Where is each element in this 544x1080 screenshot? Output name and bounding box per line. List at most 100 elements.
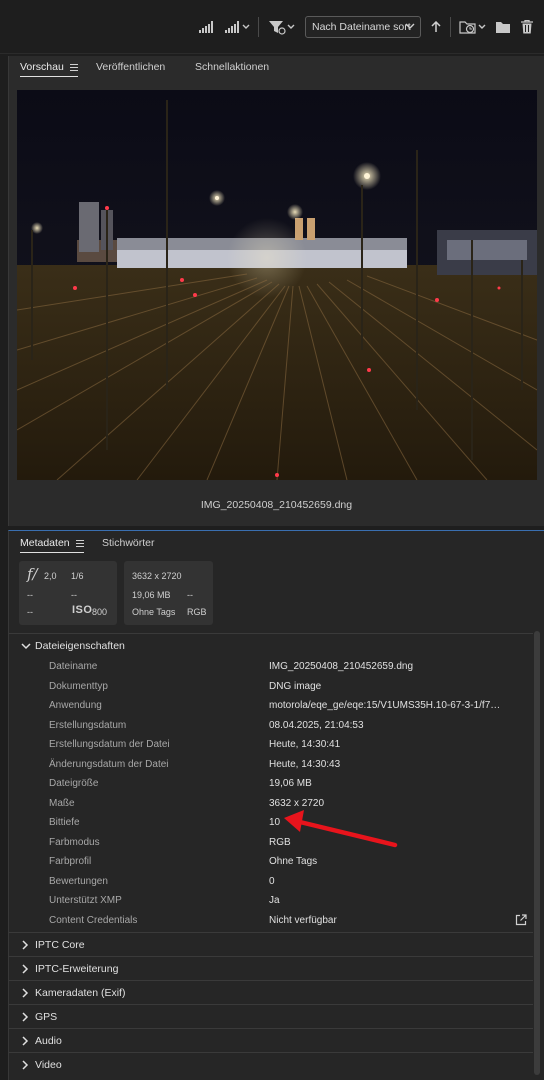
- property-row: Dateigröße 19,06 MB: [9, 774, 533, 794]
- toolbar-divider: [258, 17, 259, 37]
- file-summary: 3632 x 2720 19,06 MB -- Ohne Tags RGB: [124, 561, 213, 625]
- property-row: Bewertungen 0: [9, 872, 533, 892]
- iso-label: ISO: [72, 604, 93, 616]
- section-title: Audio: [35, 1034, 62, 1047]
- property-key: Farbprofil: [49, 856, 92, 868]
- property-row: Dokumenttyp DNG image: [9, 677, 533, 697]
- resolution-value: --: [187, 590, 193, 600]
- colormode-value: RGB: [187, 607, 207, 617]
- exposure-comp-value: --: [71, 590, 77, 600]
- filesize-value: 19,06 MB: [132, 590, 171, 600]
- section-iptc-erweiterung[interactable]: IPTC-Erweiterung: [9, 956, 533, 980]
- property-key: Content Credentials: [49, 914, 138, 926]
- sort-quality-dropdown-icon[interactable]: [225, 17, 251, 37]
- property-value: IMG_20250408_210452659.dng: [269, 661, 414, 673]
- property-key: Dateiname: [49, 661, 98, 673]
- tab-schnellaktionen[interactable]: Schnellaktionen: [195, 61, 269, 76]
- chevron-right-icon: [21, 1059, 35, 1070]
- section-audio[interactable]: Audio: [9, 1028, 533, 1052]
- property-row: Content Credentials Nicht verfügbar: [9, 911, 533, 931]
- property-row: Erstellungsdatum der Datei Heute, 14:30:4…: [9, 735, 533, 755]
- property-row: Farbprofil Ohne Tags: [9, 852, 533, 872]
- tab-stichwoerter[interactable]: Stichwörter: [102, 537, 155, 552]
- panel-menu-icon[interactable]: [75, 539, 84, 547]
- tab-label: Stichwörter: [102, 537, 155, 549]
- flash-value: --: [27, 607, 33, 617]
- property-row: Farbmodus RGB: [9, 833, 533, 853]
- property-key: Anwendung: [49, 700, 102, 712]
- sort-direction-icon[interactable]: [430, 17, 442, 37]
- property-key: Änderungsdatum der Datei: [49, 758, 169, 770]
- tab-label: Veröffentlichen: [96, 61, 166, 73]
- section-gps[interactable]: GPS: [9, 1004, 533, 1028]
- chevron-down-icon: [21, 642, 35, 650]
- new-folder-icon[interactable]: [459, 17, 487, 37]
- section-title: Kameradaten (Exif): [35, 986, 126, 999]
- top-toolbar: Nach Dateiname sort: [0, 0, 544, 54]
- delete-icon[interactable]: [520, 17, 534, 37]
- property-key: Erstellungsdatum der Datei: [49, 739, 170, 751]
- preview-panel: Vorschau Veröffentlichen Schnellaktionen: [8, 56, 544, 526]
- property-key: Erstellungsdatum: [49, 719, 127, 731]
- property-row: Bittiefe 10: [9, 813, 533, 833]
- section-title: IPTC-Erweiterung: [35, 962, 119, 975]
- sort-dropdown[interactable]: Nach Dateiname sort: [305, 16, 421, 38]
- metadata-scrollbar[interactable]: [534, 631, 540, 1075]
- shutter-value: 1/6: [71, 571, 84, 581]
- tab-label: Schnellaktionen: [195, 61, 270, 73]
- property-key: Dokumenttyp: [49, 680, 108, 692]
- tab-veroeffentlichen[interactable]: Veröffentlichen: [96, 61, 165, 76]
- tab-metadaten[interactable]: Metadaten: [20, 537, 84, 553]
- folder-icon[interactable]: [495, 17, 511, 37]
- sort-quality-icon[interactable]: [198, 17, 214, 37]
- preview-image[interactable]: [17, 90, 537, 480]
- section-title: Dateieigenschaften: [35, 639, 125, 652]
- property-value: Heute, 14:30:41: [269, 739, 341, 751]
- property-key: Unterstützt XMP: [49, 895, 122, 907]
- tab-vorschau[interactable]: Vorschau: [20, 61, 78, 77]
- dimensions-value: 3632 x 2720: [132, 571, 182, 581]
- aperture-icon: f/: [27, 565, 38, 583]
- property-key: Bittiefe: [49, 817, 80, 829]
- property-row: Änderungsdatum der Datei Heute, 14:30:43: [9, 755, 533, 775]
- exposure-summary: f/ 2,0 1/6 -- -- -- ISO 800: [19, 561, 117, 625]
- preview-filename: IMG_20250408_210452659.dng: [200, 499, 353, 511]
- property-row: Maße 3632 x 2720: [9, 794, 533, 814]
- property-value: Ohne Tags: [269, 856, 318, 868]
- chevron-right-icon: [21, 1035, 35, 1046]
- panel-menu-icon[interactable]: [69, 63, 78, 71]
- property-value: DNG image: [269, 680, 322, 692]
- property-value: 0: [269, 875, 275, 887]
- property-row: Anwendung motorola/eqe_ge/eqe:15/V1UMS35H…: [9, 696, 533, 716]
- section-dateieigenschaften[interactable]: Dateieigenschaften: [9, 633, 533, 657]
- property-value: 3632 x 2720: [269, 797, 325, 809]
- property-key: Bewertungen: [49, 875, 108, 887]
- section-iptc-core[interactable]: IPTC Core: [9, 932, 533, 956]
- property-row: Dateiname IMG_20250408_210452659.dng: [9, 657, 533, 677]
- metadata-panel: Metadaten Stichwörter f/ 2,0 1/6 -- -- -…: [8, 530, 544, 1080]
- property-value: 08.04.2025, 21:04:53: [269, 719, 364, 731]
- section-video[interactable]: Video: [9, 1052, 533, 1076]
- chevron-right-icon: [21, 963, 35, 974]
- property-value: 19,06 MB: [269, 778, 312, 790]
- tab-label: Vorschau: [20, 61, 64, 73]
- profile-value: Ohne Tags: [132, 607, 176, 617]
- iso-value: 800: [92, 607, 108, 617]
- property-key: Farbmodus: [49, 836, 100, 848]
- property-row: Unterstützt XMP Ja: [9, 891, 533, 911]
- chevron-right-icon: [21, 1011, 35, 1022]
- property-row: Erstellungsdatum 08.04.2025, 21:04:53: [9, 716, 533, 736]
- toolbar-divider: [450, 17, 451, 37]
- external-link-icon[interactable]: [515, 913, 527, 929]
- property-value: Ja: [269, 895, 280, 907]
- tab-label: Metadaten: [20, 537, 70, 549]
- property-value: Nicht verfügbar: [269, 914, 337, 926]
- property-key: Maße: [49, 797, 75, 809]
- property-value: Heute, 14:30:43: [269, 758, 341, 770]
- sort-dropdown-label: Nach Dateiname sort: [312, 21, 411, 33]
- section-title: GPS: [35, 1010, 58, 1023]
- property-value: motorola/eqe_ge/eqe:15/V1UMS35H.10-67-3-…: [269, 700, 505, 712]
- section-kameradaten[interactable]: Kameradaten (Exif): [9, 980, 533, 1004]
- properties-list: Dateieigenschaften Dateiname IMG_20250408…: [9, 633, 533, 1076]
- filter-icon[interactable]: [268, 17, 296, 37]
